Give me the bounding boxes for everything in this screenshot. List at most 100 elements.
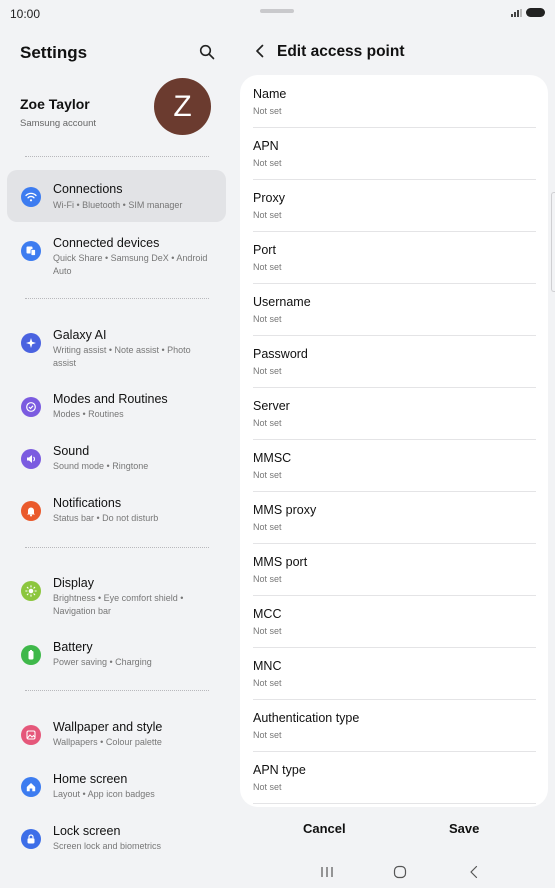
action-bar: Cancel Save	[240, 815, 548, 845]
menu-item-title: Battery	[53, 640, 93, 654]
wifi-icon	[21, 187, 41, 207]
menu-item-title: Wallpaper and style	[53, 720, 163, 734]
menu-item-subtitle: Power saving • Charging	[53, 657, 152, 667]
profile-card[interactable]: Zoe Taylor Samsung account Z	[0, 78, 232, 138]
apn-field-mcc[interactable]: MCC Not set	[253, 596, 536, 648]
signal-icon	[511, 8, 522, 17]
menu-item-notifications[interactable]: Notifications Status bar • Do not disturb	[7, 482, 226, 534]
settings-title: Settings	[20, 43, 88, 62]
apn-field-proxy[interactable]: Proxy Not set	[253, 180, 536, 232]
menu-item-title: Modes and Routines	[53, 392, 168, 406]
field-value: Not set	[253, 678, 282, 688]
recent-apps-button[interactable]	[317, 864, 337, 880]
apn-field-apn-type[interactable]: APN type Not set	[253, 752, 536, 804]
apn-field-password[interactable]: Password Not set	[253, 336, 536, 388]
field-value: Not set	[253, 470, 282, 480]
menu-item-subtitle: Screen lock and biometrics	[53, 841, 162, 851]
drag-handle[interactable]	[260, 9, 294, 13]
field-value: Not set	[253, 262, 282, 272]
field-value: Not set	[253, 106, 282, 116]
home-icon	[21, 777, 41, 797]
menu-item-title: Notifications	[53, 496, 122, 510]
divider	[25, 156, 209, 157]
menu-item-battery[interactable]: Battery Power saving • Charging	[7, 626, 226, 678]
field-label: MMS proxy	[253, 503, 317, 517]
field-value: Not set	[253, 730, 282, 740]
back-button[interactable]	[251, 42, 269, 60]
field-value: Not set	[253, 210, 282, 220]
field-label: Proxy	[253, 191, 285, 205]
menu-item-wallpaper-and-style[interactable]: Wallpaper and style Wallpapers • Colour p…	[7, 706, 226, 758]
menu-item-home-screen[interactable]: Home screen Layout • App icon badges	[7, 758, 226, 810]
apn-field-server[interactable]: Server Not set	[253, 388, 536, 440]
menu-item-subtitle: Wi-Fi • Bluetooth • SIM manager	[53, 200, 183, 210]
apn-field-mmsc[interactable]: MMSC Not set	[253, 440, 536, 492]
apn-field-mnc[interactable]: MNC Not set	[253, 648, 536, 700]
field-value: Not set	[253, 574, 282, 584]
back-nav-icon	[470, 865, 478, 879]
apn-field-username[interactable]: Username Not set	[253, 284, 536, 336]
field-label: Port	[253, 243, 276, 257]
save-button[interactable]: Save	[449, 821, 479, 836]
menu-item-subtitle: Quick Share • Samsung DeX • Android Auto	[53, 253, 208, 276]
search-button[interactable]	[196, 41, 218, 63]
field-value: Not set	[253, 366, 282, 376]
field-label: MMS port	[253, 555, 308, 569]
recents-icon	[321, 867, 333, 877]
field-label: APN	[253, 139, 279, 153]
menu-item-title: Home screen	[53, 772, 128, 786]
chevron-left-icon	[256, 44, 264, 58]
field-value: Not set	[253, 522, 282, 532]
avatar[interactable]: Z	[154, 78, 211, 135]
menu-item-display[interactable]: Display Brightness • Eye comfort shield •…	[7, 562, 226, 626]
status-icons	[511, 8, 545, 17]
apn-field-mms-proxy[interactable]: MMS proxy Not set	[253, 492, 536, 544]
status-time: 10:00	[10, 7, 41, 21]
apn-field-name[interactable]: Name Not set	[253, 76, 536, 128]
home-button[interactable]	[390, 864, 410, 880]
field-label: MMSC	[253, 451, 292, 465]
battery-status-icon	[526, 8, 545, 17]
navigation-bar	[240, 858, 548, 888]
cancel-button[interactable]: Cancel	[303, 821, 346, 836]
nav-back-button[interactable]	[464, 864, 484, 880]
menu-item-title: Connections	[53, 182, 123, 196]
menu-item-subtitle: Writing assist • Note assist • Photo ass…	[53, 345, 191, 368]
apn-field-apn[interactable]: APN Not set	[253, 128, 536, 180]
field-value: Not set	[253, 626, 282, 636]
status-bar: 10:00	[0, 0, 555, 28]
field-label: MNC	[253, 659, 282, 673]
apn-header: Edit access point	[240, 28, 548, 74]
sparkle-icon	[21, 333, 41, 353]
field-value: Not set	[253, 314, 282, 324]
wallpaper-icon	[21, 725, 41, 745]
menu-item-lock-screen[interactable]: Lock screen Screen lock and biometrics	[7, 810, 226, 862]
menu-item-subtitle: Layout • App icon badges	[53, 789, 155, 799]
menu-item-sound[interactable]: Sound Sound mode • Ringtone	[7, 430, 226, 482]
menu-item-title: Sound	[53, 444, 90, 458]
field-separator	[253, 803, 536, 804]
menu-item-connections[interactable]: Connections Wi-Fi • Bluetooth • SIM manag…	[7, 170, 226, 222]
field-label: Username	[253, 295, 311, 309]
scrollbar[interactable]	[551, 192, 555, 292]
devices-icon	[21, 241, 41, 261]
apn-field-mms-port[interactable]: MMS port Not set	[253, 544, 536, 596]
apn-fields-card: Name Not set APN Not set Proxy Not set Port Not…	[240, 75, 548, 807]
sound-icon	[21, 449, 41, 469]
field-label: Password	[253, 347, 308, 361]
field-label: APN type	[253, 763, 306, 777]
field-label: Authentication type	[253, 711, 360, 725]
menu-item-connected-devices[interactable]: Connected devices Quick Share • Samsung D…	[7, 222, 226, 288]
apn-field-port[interactable]: Port Not set	[253, 232, 536, 284]
page-title: Edit access point	[277, 43, 405, 60]
menu-item-subtitle: Modes • Routines	[53, 409, 124, 419]
divider	[25, 690, 209, 691]
menu-item-modes-and-routines[interactable]: Modes and Routines Modes • Routines	[7, 378, 226, 430]
menu-item-subtitle: Wallpapers • Colour palette	[53, 737, 162, 747]
divider	[25, 298, 209, 299]
menu-item-subtitle: Status bar • Do not disturb	[53, 513, 159, 523]
menu-item-galaxy-ai[interactable]: Galaxy AI Writing assist • Note assist • …	[7, 314, 226, 378]
apn-field-authentication-type[interactable]: Authentication type Not set	[253, 700, 536, 752]
field-label: Server	[253, 399, 290, 413]
menu-item-title: Display	[53, 576, 94, 590]
